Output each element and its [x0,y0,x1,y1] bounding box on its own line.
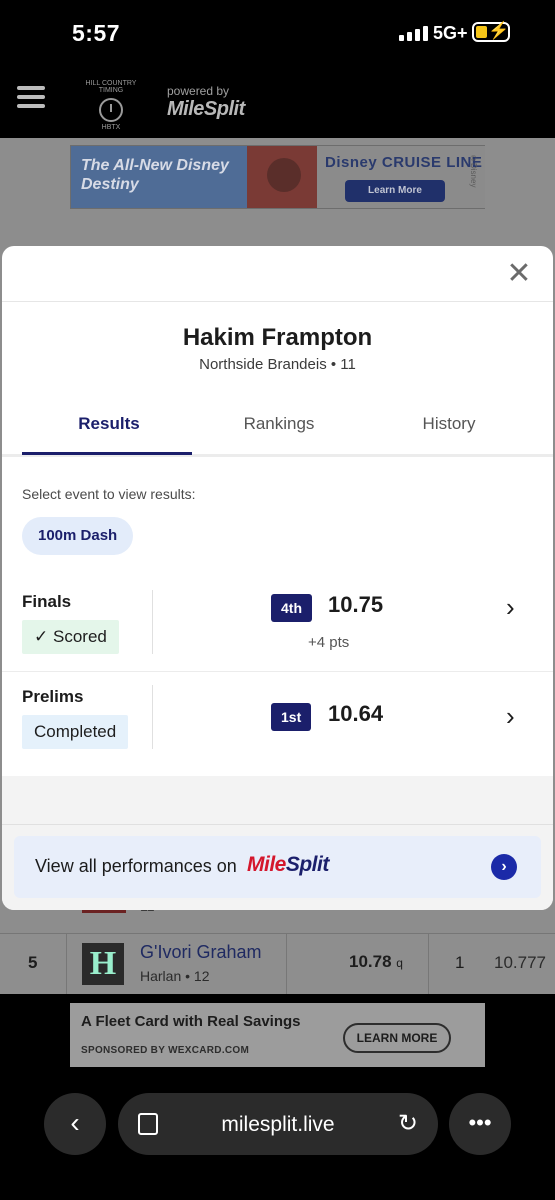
school-logo: H [82,943,124,985]
event-chip-100m-dash[interactable]: 100m Dash [22,517,134,555]
row-athlete-name[interactable]: G'Ivori Graham [140,942,261,963]
milesplit-logo: MileSplit [247,853,329,877]
tab-history[interactable]: History [364,396,534,454]
round-label: Prelims [22,687,84,706]
tab-results[interactable]: Results [24,396,194,454]
ad-brand: Disney CRUISE LINE [325,154,483,171]
athlete-modal: ✕ Hakim Frampton Northside Brandeis • 11… [2,246,553,910]
round-prelims[interactable]: Prelims Completed 1st 10.64 › [2,673,553,773]
points: +4 pts [308,634,350,651]
ad-image [247,146,317,208]
brand-part-a: Mile [247,853,286,876]
result-mark: 10.64 [328,701,384,726]
athlete-school-grade: Northside Brandeis • 11 [199,356,356,373]
app-header: HILL COUNTRY TIMING HBTX powered by Mile… [0,66,555,138]
row-mark-flag: q [396,956,403,970]
back-arrow-icon[interactable]: ‹ [44,1093,106,1155]
status-badge: ✓ Scored [22,620,119,654]
row-mark-value: 10.78 [349,952,392,971]
tab-rankings[interactable]: Rankings [194,396,364,454]
reload-icon[interactable]: ↻ [398,1109,418,1138]
round-finals[interactable]: Finals ✓ Scored 4th 10.75 +4 pts › [2,578,553,678]
arrow-right-icon: › [491,854,517,880]
disney-ad[interactable]: The All-New Disney Destiny Disney CRUISE… [70,145,485,209]
ad-learn-more-button[interactable]: Learn More [345,180,445,202]
menu-icon[interactable] [17,86,45,108]
status-badge: Completed [22,715,129,749]
ad-bottom-learn-more-button[interactable]: LEARN MORE [343,1023,451,1053]
result-mark: 10.75 [328,592,384,617]
round-label: Finals [22,592,72,611]
modal-tabs: Results Rankings History [2,396,553,456]
signal-icon [399,25,428,41]
place-badge: 1st [271,703,312,731]
row-mark: 10.78 q [349,952,403,972]
close-icon[interactable]: ✕ [505,259,533,289]
row-place: 5 [28,953,38,972]
ad-headline: The All-New Disney Destiny [71,146,247,208]
view-all-text: View all performances on [35,856,237,876]
ad-bottom-sponsor: SPONSORED BY WEXCARD.COM [81,1045,250,1056]
status-bar: 5:57 5G+ ⚡ [0,0,555,66]
url-bar[interactable]: milesplit.live ↻ [118,1093,438,1155]
event-prompt: Select event to view results: [22,486,196,502]
powered-by-label: powered by [167,84,230,98]
ad-bottom-headline: A Fleet Card with Real Savings [81,1013,301,1030]
chevron-right-icon[interactable]: › [506,701,515,732]
network-type: 5G+ [433,23,468,43]
milesplit-logo[interactable]: MileSplit [167,98,245,121]
row-heat: 1 [455,953,465,972]
logo-top-text: HILL COUNTRY TIMING [85,80,137,94]
battery-icon: ⚡ [472,21,510,42]
clock-icon [99,98,123,122]
browser-toolbar: ‹ milesplit.live ↻ ••• [0,1080,555,1200]
site-logo[interactable]: HILL COUNTRY TIMING HBTX [78,80,144,131]
brand-part-b: Split [285,853,330,876]
row-raw-time: 10.777 [494,953,546,972]
chevron-right-icon[interactable]: › [506,592,515,623]
row-school-grade: Harlan • 12 [140,968,210,984]
status-time: 5:57 [72,20,121,46]
status-text: Scored [52,627,107,646]
ad-copyright: ©Disney [469,154,478,188]
more-icon[interactable]: ••• [449,1093,511,1155]
wex-ad[interactable]: A Fleet Card with Real Savings SPONSORED… [70,1003,485,1067]
view-all-performances-button[interactable]: View all performances on MileSplit › [14,836,541,898]
logo-bottom-text: HBTX [101,124,121,131]
athlete-name: Hakim Frampton [182,324,373,351]
active-tab-indicator [22,452,192,455]
url-text: milesplit.live [221,1113,335,1136]
table-row[interactable]: 5 H G'Ivori Graham Harlan • 12 10.78 q 1… [0,933,555,994]
place-badge: 4th [271,594,312,622]
check-icon: ✓ [34,627,49,646]
